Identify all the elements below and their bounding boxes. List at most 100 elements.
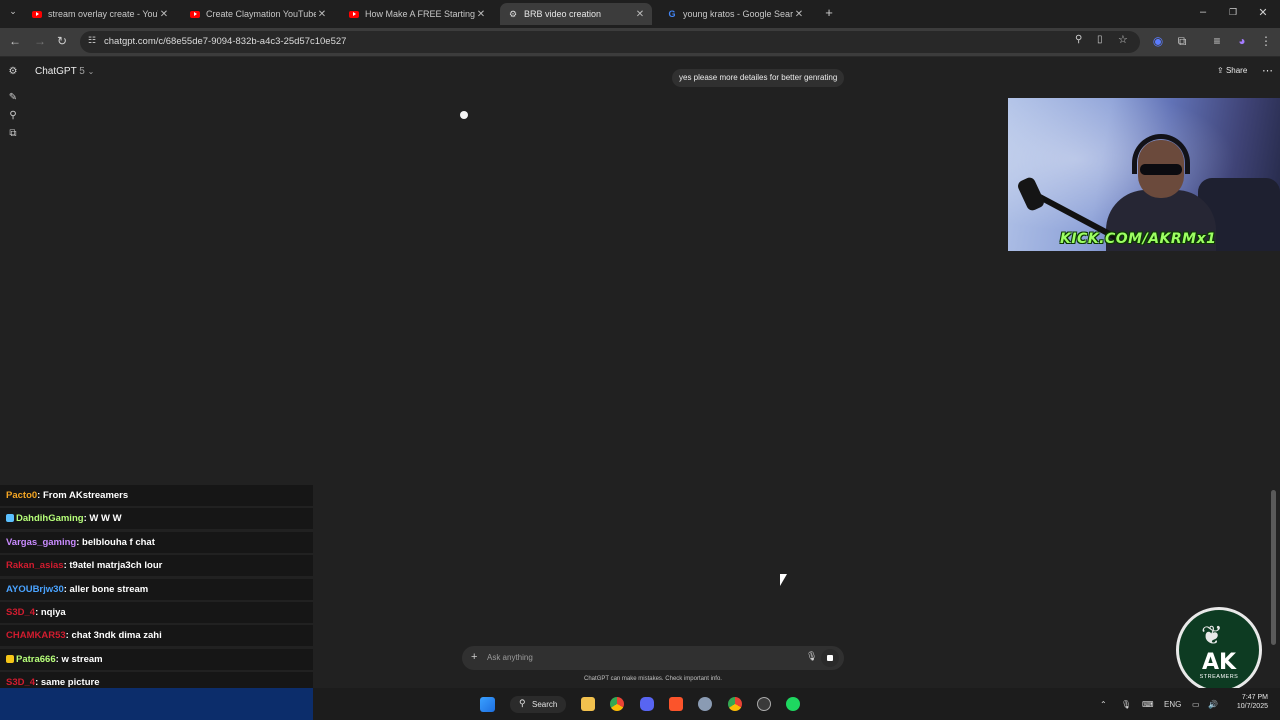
chat-username: DahdihGaming: [16, 513, 84, 525]
close-tab-icon[interactable]: ✕: [634, 9, 646, 20]
bookmark-star-icon[interactable]: ☆: [1118, 33, 1128, 46]
tab-brb-video[interactable]: ⚙ BRB video creation ✕: [500, 3, 652, 25]
microphone-icon[interactable]: 🎙: [806, 651, 817, 662]
back-icon[interactable]: ←: [7, 34, 23, 48]
model-name: ChatGPT: [35, 66, 77, 77]
brave-icon[interactable]: [669, 697, 683, 711]
microphone-tray-icon[interactable]: 🎙: [1121, 700, 1131, 709]
library-icon[interactable]: ⧉: [7, 128, 19, 140]
new-tab-icon[interactable]: +: [821, 5, 837, 20]
share-icon: ⇪: [1217, 66, 1224, 75]
discord-icon[interactable]: [640, 697, 654, 711]
language-indicator[interactable]: ENG: [1164, 700, 1181, 709]
browser-menu-icon[interactable]: ⋮: [1258, 34, 1274, 48]
chat-message-row: AYOUBrjw30: aller bone stream: [0, 578, 313, 600]
logo-initials: AK: [1201, 650, 1237, 675]
chat-message-text: same picture: [40, 677, 100, 689]
taskbar-search[interactable]: ⚲ Search: [510, 696, 566, 713]
tab-title: stream overlay create - YouTube: [48, 9, 158, 19]
search-icon[interactable]: ⚲: [7, 110, 19, 122]
chat-message-row: DahdihGaming: W W W: [0, 508, 313, 530]
new-chat-icon[interactable]: ✎: [7, 92, 19, 104]
taskbar-search-label: Search: [532, 700, 558, 709]
chat-message-text: nqiya: [40, 606, 66, 618]
tab-young-kratos[interactable]: G young kratos - Google Search ✕: [659, 3, 811, 25]
close-tab-icon[interactable]: ✕: [316, 9, 328, 20]
chat-message-text: From AKstreamers: [42, 490, 129, 501]
tab-title: BRB video creation: [524, 9, 602, 19]
address-bar[interactable]: ☷ chatgpt.com/c/68e55de7-9094-832b-a4c3-…: [80, 31, 1140, 53]
extensions-puzzle-icon[interactable]: ⧉: [1174, 34, 1190, 49]
model-selector[interactable]: ChatGPT 5 ⌄: [35, 66, 94, 77]
clock-date: 10/7/2025: [1236, 703, 1268, 710]
settings-icon[interactable]: [698, 697, 712, 711]
phoenix-icon: ❦: [1201, 620, 1223, 650]
chrome-active-icon[interactable]: [728, 697, 742, 711]
chat-message-row: Vargas_gaming: belblouha f chat: [0, 531, 313, 553]
restore-icon[interactable]: ❐: [1225, 7, 1241, 18]
taskbar-clock[interactable]: 7:47 PM 10/7/2025: [1228, 693, 1268, 711]
file-explorer-icon[interactable]: [581, 697, 595, 711]
url-text[interactable]: chatgpt.com/c/68e55de7-9094-832b-a4c3-25…: [104, 36, 346, 47]
chat-username: S3D_4: [6, 606, 36, 618]
sword-badge-icon: [6, 514, 14, 523]
tab-search-chevron-icon[interactable]: ⌄: [5, 6, 21, 17]
chat-message-row: Patra666: w stream: [0, 648, 313, 670]
network-icon[interactable]: ▭: [1192, 700, 1200, 709]
zoom-icon[interactable]: ⚲: [1075, 34, 1082, 45]
chat-username: CHAMKAR53: [6, 630, 66, 642]
mouse-cursor: [780, 574, 787, 586]
close-tab-icon[interactable]: ✕: [158, 9, 170, 20]
chrome-icon[interactable]: [610, 697, 624, 711]
browser-toolbar: ← → ↻ ☷ chatgpt.com/c/68e55de7-9094-832b…: [0, 28, 1280, 57]
chat-message-row: CHAMKAR53: chat 3ndk dima zahi: [0, 625, 313, 647]
chat-username: Patra666: [16, 653, 56, 665]
share-button[interactable]: ⇪ Share: [1217, 66, 1247, 75]
tray-chevron-icon[interactable]: ⌃: [1100, 700, 1107, 709]
spotify-icon[interactable]: [786, 697, 800, 711]
taskbar-overlay-strip: [0, 688, 313, 720]
webcam-caption: KICK.COM/AKRMx1: [1060, 231, 1217, 247]
user-message-bubble: yes please more detailes for better genr…: [672, 69, 844, 87]
forward-icon[interactable]: →: [32, 34, 48, 48]
chatgpt-logo-icon[interactable]: ⚙: [7, 66, 19, 78]
scrollbar[interactable]: [1271, 490, 1276, 645]
stop-generating-button[interactable]: [821, 649, 839, 667]
tab-stream-overlay[interactable]: stream overlay create - YouTube ✕: [24, 3, 176, 25]
extension-icon[interactable]: ◉: [1150, 34, 1166, 48]
add-attachment-icon[interactable]: +: [471, 651, 477, 663]
tab-title: young kratos - Google Search: [683, 9, 793, 19]
youtube-icon: [349, 9, 359, 19]
sidebar-rail: ⚙ ✎ ⚲ ⧉: [0, 57, 26, 487]
message-composer[interactable]: + Ask anything 🎙: [462, 646, 844, 670]
tab-starting-soon[interactable]: How Make A FREE Starting Soon ✕: [341, 3, 493, 25]
tab-title: How Make A FREE Starting Soon: [365, 9, 475, 19]
chat-message-text: chat 3ndk dima zahi: [71, 630, 162, 642]
volume-icon[interactable]: 🔊: [1208, 700, 1218, 709]
ak-streamers-logo: ❦ AK STREAMERS: [1176, 607, 1262, 693]
composer-placeholder[interactable]: Ask anything: [487, 653, 533, 662]
media-control-icon[interactable]: ≡: [1209, 34, 1225, 48]
keyboard-icon[interactable]: ⌨: [1142, 700, 1154, 709]
chrome-profile-icon[interactable]: [757, 697, 771, 711]
more-options-icon[interactable]: ⋯: [1262, 64, 1273, 77]
chat-message-row: Rakan_asias: t9atel matrja3ch lour: [0, 555, 313, 577]
chat-message-text: belblouha f chat: [82, 536, 155, 548]
close-tab-icon[interactable]: ✕: [793, 9, 805, 20]
thinking-indicator: [460, 111, 468, 119]
clock-time: 7:47 PM: [1241, 694, 1268, 701]
reload-icon[interactable]: ↻: [54, 34, 70, 48]
chat-message-row: S3D_4: nqiya: [0, 601, 313, 623]
close-tab-icon[interactable]: ✕: [475, 9, 487, 20]
chat-username: Vargas_gaming: [6, 536, 77, 548]
close-window-icon[interactable]: ✕: [1255, 6, 1271, 19]
site-info-icon[interactable]: ☷: [88, 35, 96, 46]
windows-start-icon[interactable]: [480, 697, 495, 712]
chat-username: Rakan_asias: [6, 560, 64, 572]
minimize-icon[interactable]: –: [1195, 6, 1211, 18]
profile-avatar[interactable]: ◕: [1234, 34, 1250, 48]
tab-claymation[interactable]: Create Claymation YouTube & IG ✕: [182, 3, 334, 25]
chat-message-text: w stream: [61, 653, 103, 665]
page-icon[interactable]: ▯: [1097, 34, 1103, 45]
sunglasses: [1140, 164, 1182, 175]
